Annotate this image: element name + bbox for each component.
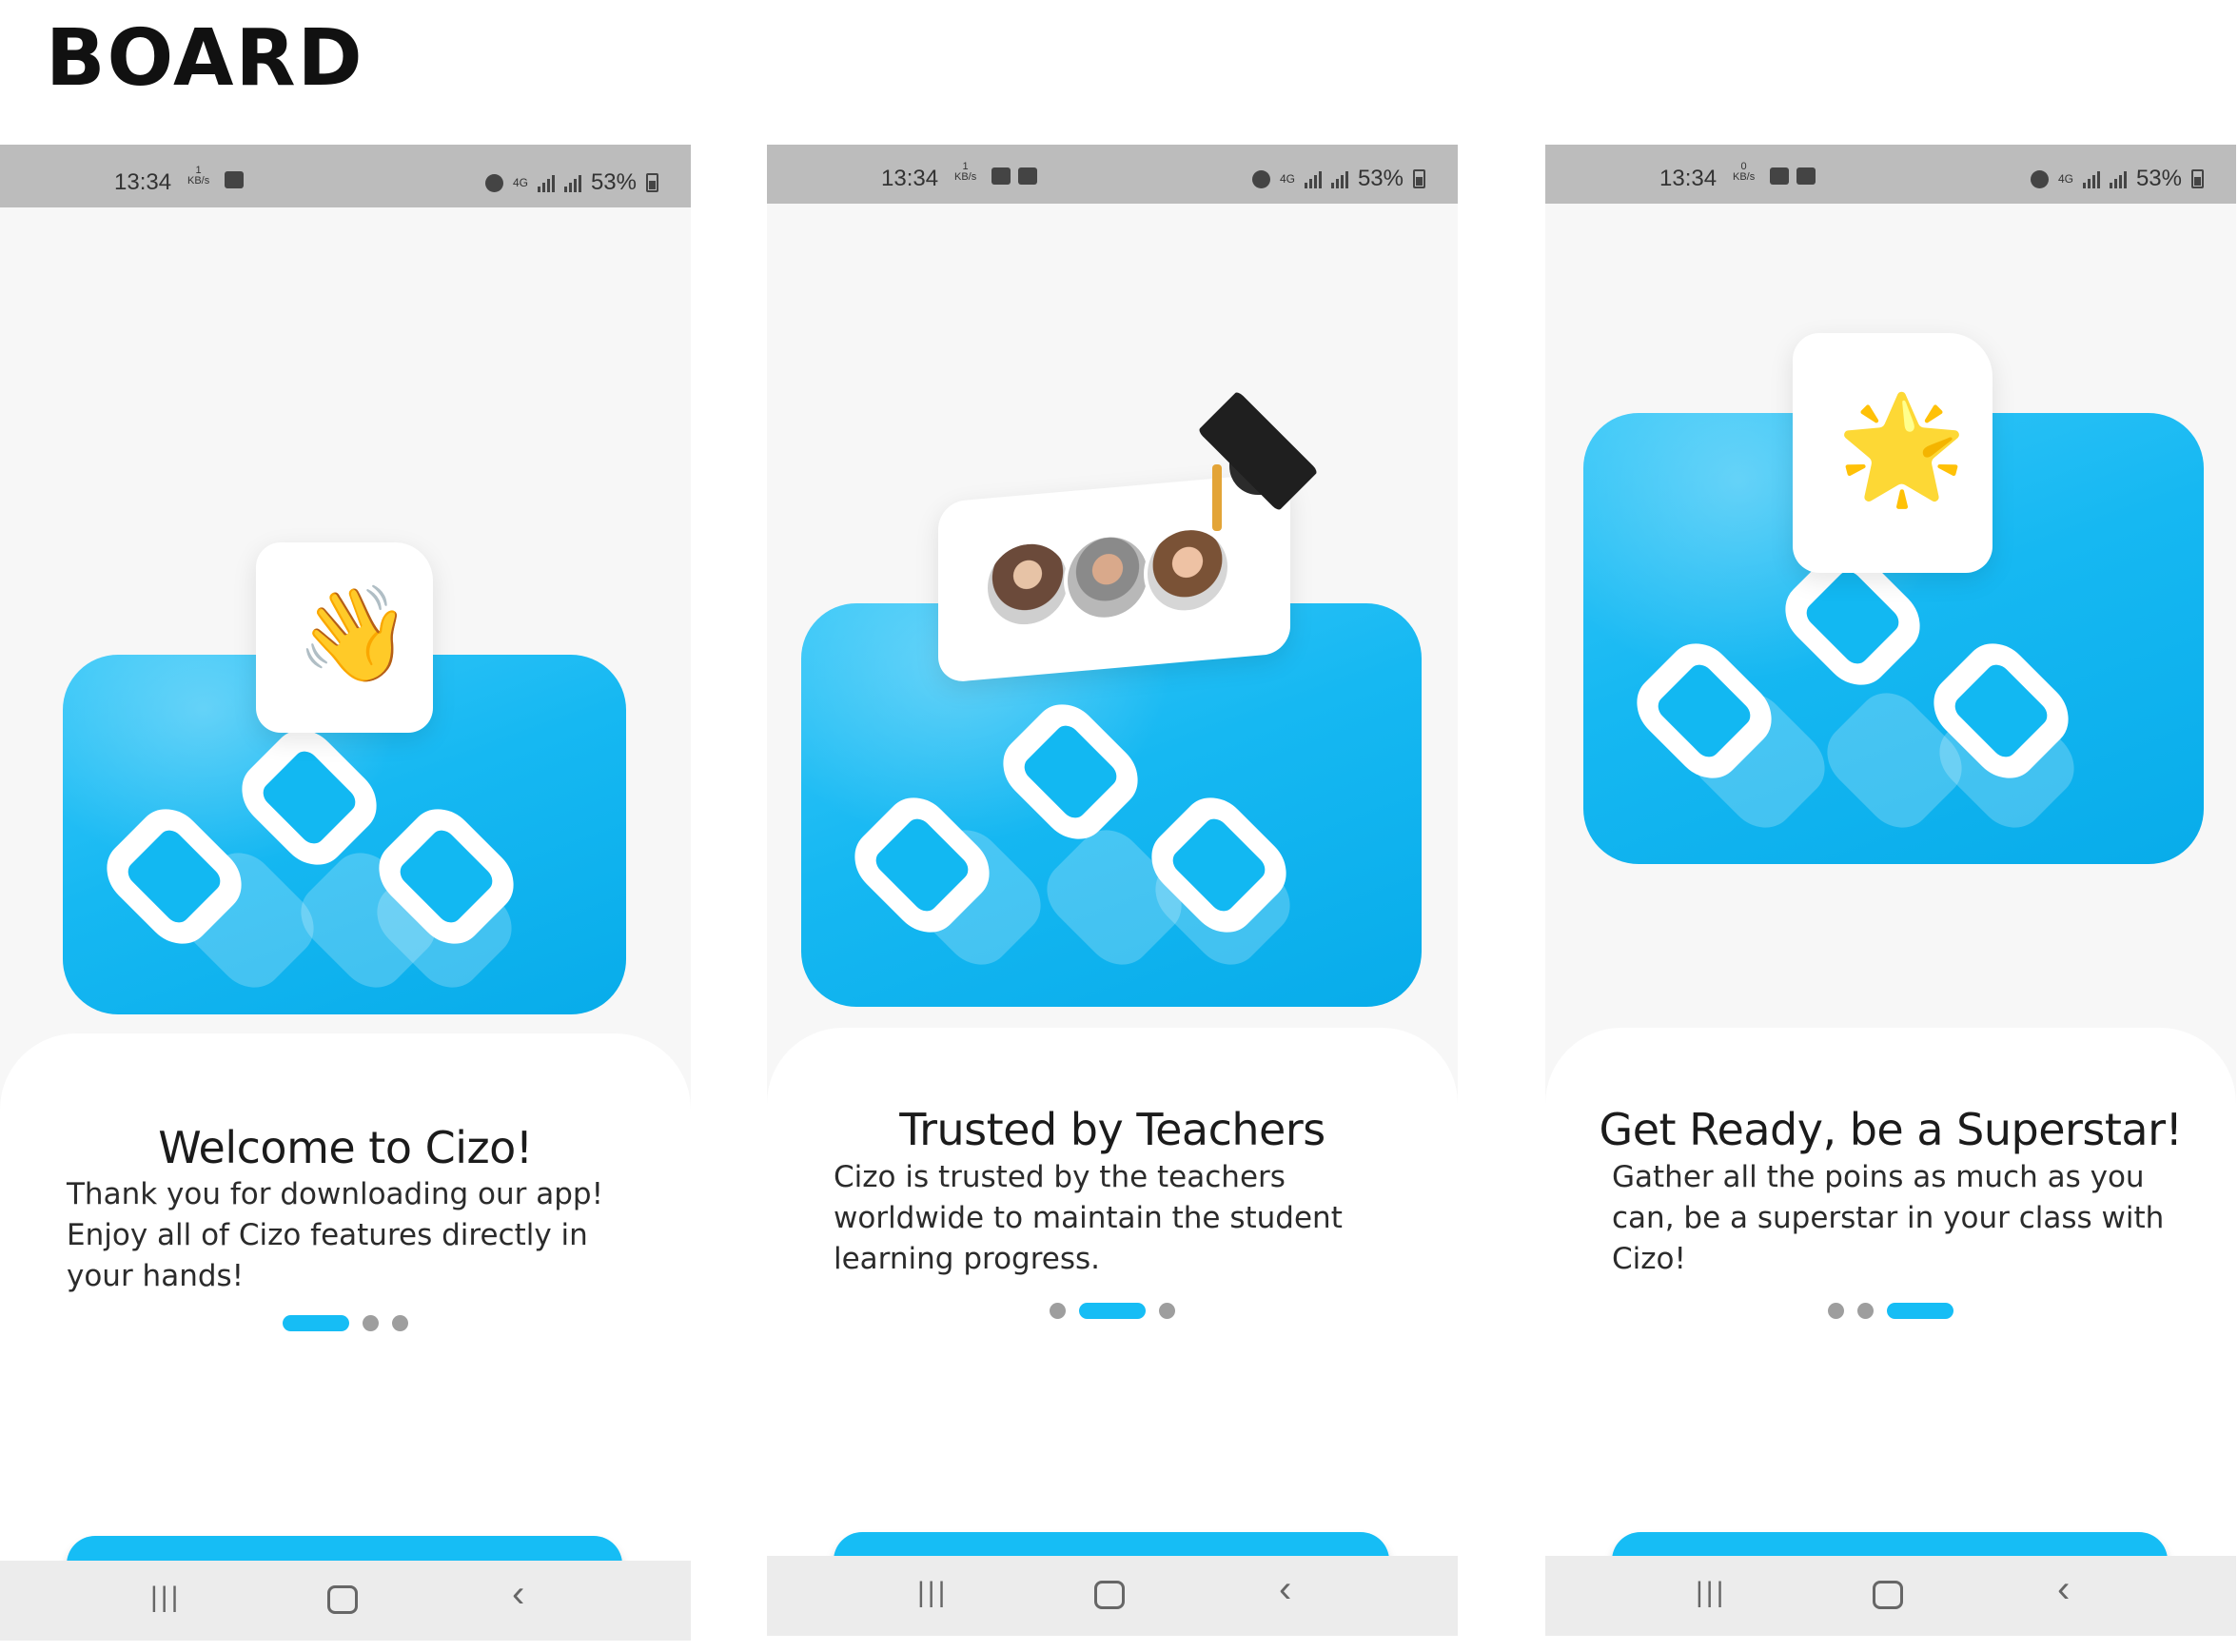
- wifi-icon: [1018, 167, 1037, 185]
- graduation-cap-icon: [1186, 390, 1328, 531]
- screen-description: Cizo is trusted by the teachers worldwid…: [834, 1160, 1343, 1276]
- net-speed: 1 KB/s: [187, 165, 210, 187]
- status-time: 13:34: [114, 169, 172, 195]
- status-time: 13:34: [881, 166, 939, 191]
- screen-title: Get Ready, be a Superstar!: [1599, 1104, 2183, 1155]
- image-icon: [1770, 167, 1789, 185]
- signal-icon: [1304, 169, 1322, 188]
- onboarding-screen-welcome: 13:34 1 KB/s 4G 53% 👋 Welcome to Cizo! Th…: [0, 145, 691, 1641]
- waving-hand-icon: 👋: [296, 580, 413, 689]
- status-bar: 13:34 1 KB/s 4G 53%: [0, 145, 691, 207]
- signal-icon: [537, 173, 555, 192]
- screen-title: Trusted by Teachers: [899, 1104, 1325, 1155]
- net-speed: 1 KB/s: [954, 161, 977, 183]
- system-nav-bar: ||| ‹: [767, 1556, 1458, 1636]
- status-bar: 13:34 1 KB/s 4G 53%: [767, 145, 1458, 204]
- network-type: 4G: [2057, 171, 2073, 186]
- alarm-icon: [484, 173, 503, 192]
- wifi-icon: [225, 171, 244, 188]
- onboarding-illustration: [767, 204, 1458, 1146]
- board-title: BOARD: [46, 13, 364, 104]
- network-type: 4G: [1279, 171, 1295, 186]
- battery-icon: [2191, 169, 2204, 188]
- home-icon[interactable]: [1873, 1581, 1903, 1609]
- battery-icon: [1413, 169, 1425, 188]
- page-indicator: [767, 1303, 1458, 1319]
- image-icon: [991, 167, 1011, 185]
- recent-apps-icon[interactable]: |||: [917, 1577, 948, 1609]
- screen-description: Gather all the poins as much as you can,…: [1612, 1160, 2165, 1276]
- teacher-avatar: [1144, 522, 1231, 619]
- signal-icon: [2082, 169, 2100, 188]
- wifi-icon: [1796, 167, 1816, 185]
- alarm-icon: [1251, 169, 1270, 188]
- home-icon[interactable]: [1094, 1581, 1125, 1609]
- system-nav-bar: ||| ‹: [0, 1561, 691, 1641]
- recent-apps-icon[interactable]: |||: [1696, 1577, 1726, 1609]
- onboarding-illustration: 👋: [0, 207, 691, 1150]
- glowing-star-icon: 🌟: [1836, 387, 1967, 509]
- page-dot: [1050, 1303, 1066, 1319]
- page-dot: [1828, 1303, 1844, 1319]
- page-indicator: [0, 1315, 691, 1331]
- onboarding-screen-teachers: 13:34 1 KB/s 4G 53% Trusted by Teachers …: [767, 145, 1458, 1636]
- page-dot-active: [1887, 1303, 1953, 1319]
- screen-title: Welcome to Cizo!: [158, 1122, 533, 1173]
- back-icon[interactable]: ‹: [512, 1575, 524, 1613]
- content-sheet: Get Ready, be a Superstar! Gather all th…: [1545, 1028, 2236, 1631]
- net-speed: 0 KB/s: [1733, 161, 1756, 183]
- teacher-avatar: [984, 536, 1071, 632]
- signal-icon: [2109, 169, 2127, 188]
- emoji-badge-card: 👋: [256, 542, 433, 733]
- content-sheet: Trusted by Teachers Cizo is trusted by t…: [767, 1028, 1458, 1631]
- back-icon[interactable]: ‹: [1279, 1570, 1291, 1608]
- signal-icon: [1330, 169, 1348, 188]
- page-dot: [1857, 1303, 1874, 1319]
- screen-description: Thank you for downloading our app! Enjoy…: [67, 1177, 604, 1293]
- page-indicator: [1545, 1303, 2236, 1319]
- battery-icon: [646, 173, 658, 192]
- status-time: 13:34: [1659, 166, 1718, 191]
- battery-percent: 53%: [1357, 166, 1404, 191]
- battery-percent: 53%: [2135, 166, 2182, 191]
- network-type: 4G: [512, 175, 528, 189]
- back-icon[interactable]: ‹: [2057, 1570, 2070, 1608]
- content-sheet: Welcome to Cizo! Thank you for downloadi…: [0, 1033, 691, 1635]
- page-dot-active: [283, 1315, 349, 1331]
- page-dot: [392, 1315, 408, 1331]
- page-dot: [1159, 1303, 1175, 1319]
- battery-percent: 53%: [590, 169, 637, 195]
- signal-icon: [563, 173, 581, 192]
- teacher-avatar: [1064, 529, 1151, 625]
- emoji-badge-card: 🌟: [1793, 333, 1993, 573]
- onboarding-illustration: 🌟: [1545, 204, 2236, 1146]
- recent-apps-icon[interactable]: |||: [150, 1582, 181, 1614]
- page-dot: [363, 1315, 379, 1331]
- page-dot-active: [1079, 1303, 1146, 1319]
- home-icon[interactable]: [327, 1585, 358, 1614]
- system-nav-bar: ||| ‹: [1545, 1556, 2236, 1636]
- alarm-icon: [2030, 169, 2049, 188]
- onboarding-screen-superstar: 13:34 0 KB/s 4G 53% 🌟 Get Ready, be a Sup…: [1545, 145, 2236, 1636]
- status-bar: 13:34 0 KB/s 4G 53%: [1545, 145, 2236, 204]
